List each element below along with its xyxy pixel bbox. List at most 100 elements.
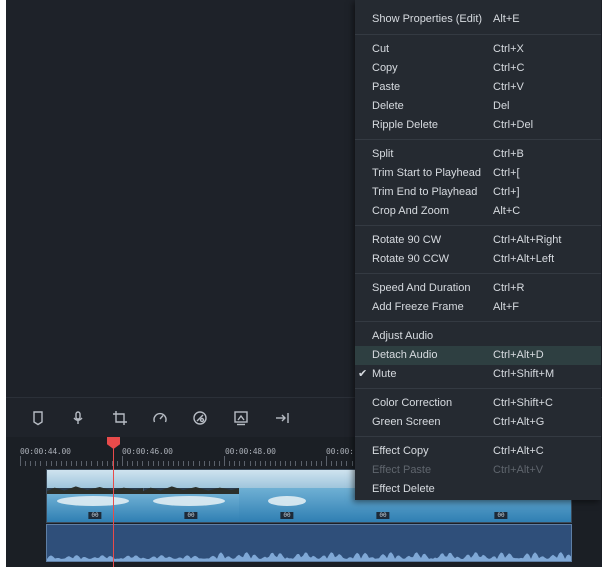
menu-item-label: Detach Audio: [372, 349, 438, 361]
menu-separator: [355, 225, 601, 226]
menu-separator: [355, 388, 601, 389]
clip-thumbnail: 00: [143, 470, 240, 522]
ruler-tick: [137, 461, 139, 466]
menu-item-shortcut: Ctrl+]: [493, 186, 520, 198]
menu-item-crop-and-zoom[interactable]: Crop And Zoom Alt+C: [355, 202, 601, 221]
ruler-tick: [122, 456, 123, 466]
ruler-tick: [346, 461, 348, 466]
ruler-tick: [285, 461, 287, 466]
menu-separator: [355, 321, 601, 322]
menu-item-effect-delete[interactable]: Effect Delete: [355, 480, 601, 499]
ruler-tick: [71, 461, 72, 466]
ruler-tick: [50, 461, 52, 466]
ruler-tick: [40, 461, 42, 466]
menu-item-copy[interactable]: Copy Ctrl+C: [355, 59, 601, 78]
ruler-tick: [351, 461, 353, 466]
ruler-tick: [244, 461, 246, 466]
ruler-tick: [300, 461, 302, 466]
microphone-icon[interactable]: [68, 408, 88, 428]
crop-icon[interactable]: [110, 408, 130, 428]
menu-item-detach-audio[interactable]: Detach Audio Ctrl+Alt+D: [355, 346, 601, 365]
ruler-tick: [25, 461, 27, 466]
clip-thumbnail: 00: [239, 470, 336, 522]
ruler-tick: [269, 461, 271, 466]
ruler-tick: [157, 461, 159, 466]
menu-item-label: Cut: [372, 43, 390, 55]
ruler-tick: [116, 461, 118, 466]
menu-item-speed-and-duration[interactable]: Speed And Duration Ctrl+R: [355, 279, 601, 298]
ruler-tick: [310, 461, 312, 466]
ruler-tick: [218, 461, 220, 466]
menu-item-shortcut: Ctrl+B: [493, 148, 524, 160]
ruler-tick: [86, 461, 88, 466]
speed-icon[interactable]: [150, 408, 170, 428]
color-icon[interactable]: [190, 408, 210, 428]
ruler-tick: [331, 461, 333, 466]
menu-item-color-correction[interactable]: Color Correction Ctrl+Shift+C: [355, 394, 601, 413]
menu-item-show-properties-edit[interactable]: Show Properties (Edit) Alt+E: [355, 10, 601, 29]
ruler-tick: [132, 461, 134, 466]
timecode-label: 00:00:48.00: [225, 447, 276, 456]
menu-item-label: Crop And Zoom: [372, 205, 450, 217]
ruler-tick: [315, 461, 317, 466]
menu-item-label: Show Properties (Edit): [372, 13, 483, 25]
ruler-tick: [81, 461, 83, 466]
menu-separator: [355, 273, 601, 274]
menu-item-rotate-90-cw[interactable]: Rotate 90 CW Ctrl+Alt+Right: [355, 231, 601, 250]
ruler-tick: [178, 461, 180, 466]
export-frame-icon[interactable]: [231, 408, 251, 428]
menu-item-rotate-90-ccw[interactable]: Rotate 90 CCW Ctrl+Alt+Left: [355, 250, 601, 269]
audio-waveform: [47, 552, 571, 561]
menu-item-shortcut: Alt+F: [493, 301, 519, 313]
menu-item-effect-copy[interactable]: Effect Copy Ctrl+Alt+C: [355, 442, 601, 461]
ruler-tick: [167, 461, 169, 466]
ruler-tick: [91, 461, 93, 466]
menu-separator: [355, 34, 601, 35]
ruler-tick: [96, 461, 98, 466]
menu-item-add-freeze-frame[interactable]: Add Freeze Frame Alt+F: [355, 298, 601, 317]
menu-item-delete[interactable]: Delete Del: [355, 97, 601, 116]
menu-item-shortcut: Ctrl+R: [493, 282, 525, 294]
menu-item-adjust-audio[interactable]: Adjust Audio: [355, 327, 601, 346]
menu-item-label: Effect Copy: [372, 445, 429, 457]
menu-item-shortcut: Ctrl+Alt+Right: [493, 234, 562, 246]
ruler-tick: [147, 461, 149, 466]
menu-item-mute[interactable]: ✔ Mute Ctrl+Shift+M: [355, 365, 601, 384]
jump-to-end-icon[interactable]: [272, 408, 292, 428]
menu-item-label: Speed And Duration: [372, 282, 471, 294]
marker-icon[interactable]: [28, 408, 48, 428]
ruler-tick: [254, 461, 256, 466]
ruler-tick: [275, 461, 276, 466]
ruler-tick: [101, 461, 103, 466]
menu-item-split[interactable]: Split Ctrl+B: [355, 145, 601, 164]
menu-item-shortcut: Alt+C: [493, 205, 521, 217]
playhead-line: [113, 445, 114, 567]
menu-item-cut[interactable]: Cut Ctrl+X: [355, 40, 601, 59]
menu-item-label: Delete: [372, 100, 404, 112]
ruler-tick: [106, 461, 108, 466]
timecode-label: 00:00:46.00: [122, 447, 173, 456]
preview-panel: [6, 0, 356, 397]
menu-item-green-screen[interactable]: Green Screen Ctrl+Alt+G: [355, 413, 601, 432]
ruler-tick: [198, 461, 200, 466]
menu-item-ripple-delete[interactable]: Ripple Delete Ctrl+Del: [355, 116, 601, 135]
menu-item-label: Effect Delete: [372, 483, 435, 495]
menu-item-shortcut: Ctrl+Del: [493, 119, 534, 131]
menu-item-trim-start-to-playhead[interactable]: Trim Start to Playhead Ctrl+[: [355, 164, 601, 183]
timecode-label: 00:00:44.00: [20, 447, 71, 456]
audio-clip[interactable]: [46, 524, 572, 562]
ruler-tick: [76, 461, 78, 466]
menu-item-label: Effect Paste: [372, 464, 432, 476]
menu-item-paste[interactable]: Paste Ctrl+V: [355, 78, 601, 97]
menu-item-shortcut: Ctrl+X: [493, 43, 524, 55]
menu-item-trim-end-to-playhead[interactable]: Trim End to Playhead Ctrl+]: [355, 183, 601, 202]
menu-item-label: Green Screen: [372, 416, 441, 428]
ruler-tick: [336, 461, 338, 466]
menu-item-effect-paste: Effect Paste Ctrl+Alt+V: [355, 461, 601, 480]
ruler-tick: [326, 456, 327, 466]
menu-item-label: Copy: [372, 62, 398, 74]
ruler-tick: [142, 461, 144, 466]
menu-item-label: Ripple Delete: [372, 119, 439, 131]
menu-item-shortcut: Ctrl+Alt+C: [493, 445, 544, 457]
ruler-tick: [224, 456, 225, 466]
